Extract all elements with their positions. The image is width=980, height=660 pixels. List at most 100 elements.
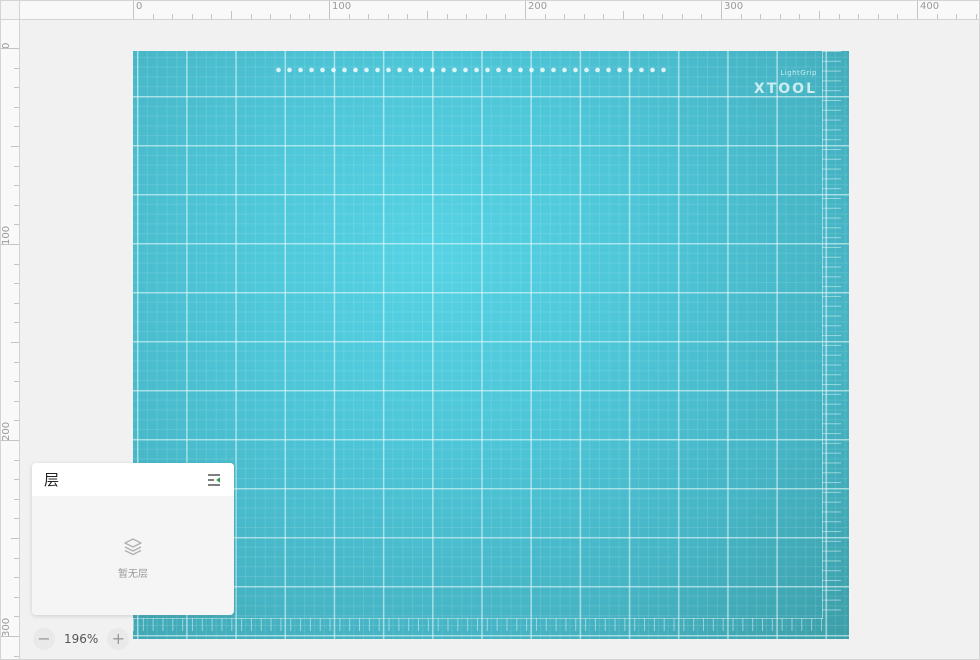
ruler-tick (14, 263, 19, 265)
ruler-tick (14, 283, 19, 285)
ruler-tick (819, 11, 820, 19)
ruler-tick (956, 14, 958, 19)
ruler-tick (11, 146, 19, 147)
ruler-tick (838, 14, 840, 19)
ruler-tick (14, 479, 19, 481)
ruler-label-x-0: 0 (136, 1, 143, 12)
zoom-in-button[interactable]: + (107, 628, 130, 650)
ruler-tick (14, 224, 19, 226)
ruler-tick (11, 342, 19, 343)
ruler-tick (721, 0, 722, 19)
mat-hole-row (273, 65, 669, 75)
ruler-tick (427, 11, 428, 19)
mat-brand-sub: LightGrip (780, 69, 817, 77)
ruler-tick (14, 106, 19, 108)
ruler-tick (14, 381, 19, 383)
mat-brand-logo: LightGrip XTOOL (754, 69, 817, 97)
vertical-ruler[interactable]: 0 100 200 300 (0, 20, 20, 660)
ruler-tick (14, 185, 19, 187)
ruler-tick (583, 14, 585, 19)
ruler-tick (799, 14, 801, 19)
ruler-tick (14, 322, 19, 324)
ruler-tick (14, 87, 19, 89)
ruler-label-x-400: 400 (920, 1, 940, 12)
ruler-tick (877, 14, 879, 19)
mat-brand-name: XTOOL (753, 81, 817, 97)
ruler-tick (14, 459, 19, 461)
ruler-tick (779, 14, 781, 19)
ruler-tick (14, 361, 19, 363)
ruler-tick (14, 518, 19, 520)
ruler-tick (975, 14, 977, 19)
ruler-tick (289, 14, 291, 19)
ruler-tick (642, 14, 644, 19)
ruler-tick (858, 14, 860, 19)
ruler-tick (544, 14, 546, 19)
ruler-tick (387, 14, 389, 19)
ruler-tick (0, 440, 19, 441)
ruler-tick (191, 14, 193, 19)
ruler-tick (231, 11, 232, 19)
ruler-tick (446, 14, 448, 19)
ruler-tick (133, 0, 134, 19)
ruler-tick (14, 616, 19, 618)
ruler-tick (407, 14, 409, 19)
ruler-tick (14, 400, 19, 402)
ruler-tick (466, 14, 468, 19)
ruler-tick (14, 126, 19, 128)
zoom-level[interactable]: 196% (64, 632, 98, 646)
ruler-tick (348, 14, 350, 19)
ruler-tick (0, 636, 19, 637)
ruler-tick (14, 577, 19, 579)
ruler-label-y-300: 300 (1, 617, 12, 637)
mat-grid (133, 51, 849, 639)
ruler-tick (270, 14, 272, 19)
ruler-label-y-100: 100 (1, 225, 12, 245)
layers-empty-state: 暂无层 (32, 536, 234, 580)
ruler-tick (662, 14, 664, 19)
ruler-tick (740, 14, 742, 19)
ruler-tick (760, 14, 762, 19)
ruler-tick (329, 0, 330, 19)
background-mat-preview[interactable]: LightGrip XTOOL (133, 51, 849, 639)
ruler-tick (14, 557, 19, 559)
ruler-tick (564, 14, 566, 19)
layers-icon (122, 536, 144, 562)
ruler-tick (309, 14, 311, 19)
ruler-tick (14, 204, 19, 206)
ruler-tick (172, 14, 174, 19)
ruler-tick (701, 14, 703, 19)
ruler-tick (0, 244, 19, 245)
ruler-tick (368, 14, 370, 19)
ruler-tick (505, 14, 507, 19)
zoom-control: − 196% + (33, 627, 130, 651)
ruler-tick (603, 14, 605, 19)
layers-panel-header: 层 (32, 463, 234, 496)
horizontal-ruler[interactable]: 0 100 200 300 400 (20, 0, 980, 20)
ruler-tick (917, 0, 918, 19)
ruler-tick (14, 498, 19, 500)
ruler-label-x-100: 100 (332, 1, 352, 12)
zoom-out-button[interactable]: − (33, 628, 55, 650)
ruler-tick (525, 0, 526, 19)
ruler-tick (14, 165, 19, 167)
layers-empty-text: 暂无层 (118, 569, 148, 580)
ruler-tick (14, 596, 19, 598)
ruler-label-y-200: 200 (1, 421, 12, 441)
ruler-label-x-300: 300 (724, 1, 744, 12)
collapse-panel-icon[interactable] (206, 472, 222, 488)
ruler-tick (485, 14, 487, 19)
mat-edge-scale-right (822, 51, 841, 619)
ruler-tick (14, 302, 19, 304)
ruler-tick (623, 11, 624, 19)
mat-edge-scale-bottom (133, 618, 823, 631)
ruler-tick (250, 14, 252, 19)
ruler-tick (0, 48, 19, 49)
ruler-tick (14, 67, 19, 69)
ruler-tick (681, 14, 683, 19)
layers-panel: 层 暂无层 (32, 463, 234, 615)
ruler-tick (11, 538, 19, 539)
ruler-tick (936, 14, 938, 19)
ruler-corner (0, 0, 20, 20)
ruler-tick (211, 14, 213, 19)
